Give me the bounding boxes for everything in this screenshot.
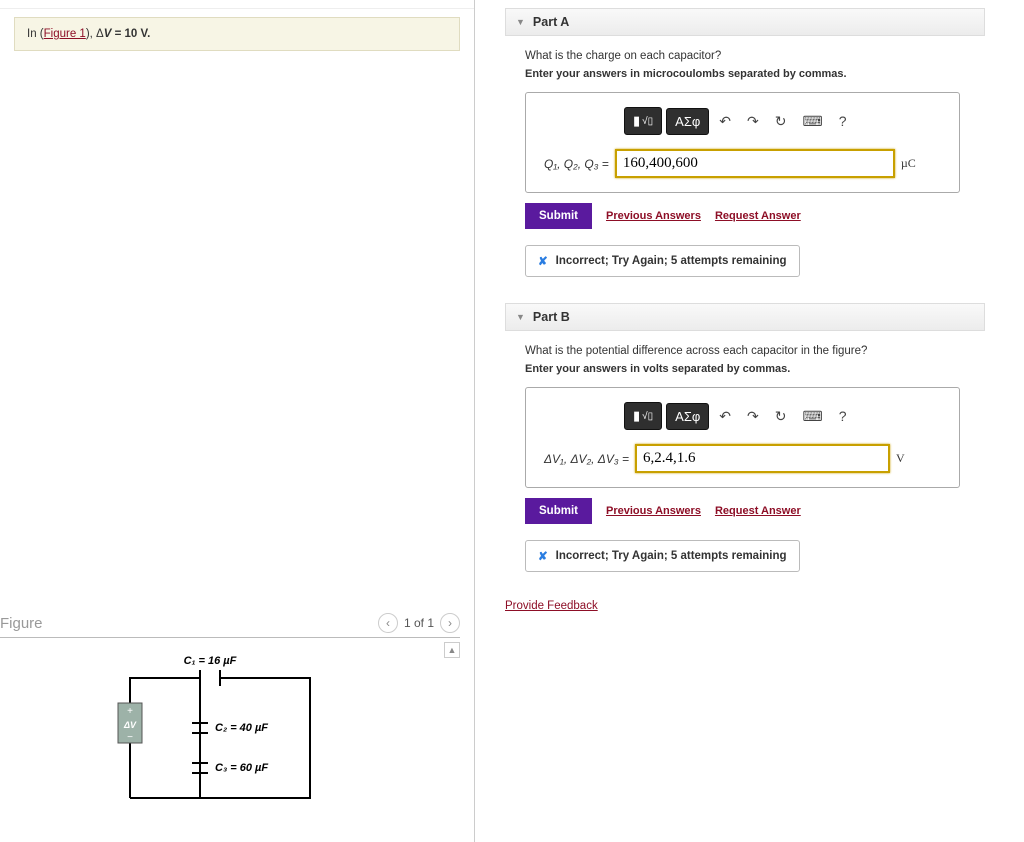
provide-feedback-link[interactable]: Provide Feedback (505, 600, 598, 612)
part-a-unit: µC (901, 156, 916, 171)
part-a-header[interactable]: ▼ Part A (505, 8, 985, 36)
redo-icon[interactable]: ↷ (741, 404, 765, 429)
svg-text:+: + (127, 706, 133, 717)
figure-header: Figure ‹ 1 of 1 › (0, 609, 460, 638)
help-icon[interactable]: ? (833, 109, 853, 133)
figure-pager: ‹ 1 of 1 › (378, 613, 460, 633)
collapse-icon: ▼ (516, 312, 525, 322)
part-a-feedback: ✘ Incorrect; Try Again; 5 attempts remai… (525, 245, 800, 277)
figure-title: Figure (0, 615, 43, 632)
collapse-icon: ▼ (516, 17, 525, 27)
redo-icon[interactable]: ↷ (741, 109, 765, 134)
svg-text:ΔV: ΔV (123, 720, 137, 730)
right-panel: ▼ Part A What is the charge on each capa… (475, 0, 1024, 842)
problem-text-after: ), Δ (86, 28, 104, 40)
part-a-question: What is the charge on each capacitor? (525, 50, 1012, 62)
part-a-input-label: Q₁, Q₂, Q₃ = (544, 157, 609, 171)
part-a-instruction: Enter your answers in microcoulombs sepa… (525, 68, 1012, 80)
part-a-answer-box: ▮√▯ ΑΣφ ↶ ↷ ↻ ⌨ ? Q₁, Q₂, Q₃ = µC (525, 92, 960, 193)
part-a-submit-row: Submit Previous Answers Request Answer (525, 203, 1012, 229)
part-b-question: What is the potential difference across … (525, 345, 1012, 357)
problem-text-in: In ( (27, 28, 44, 40)
part-a-toolbar: ▮√▯ ΑΣφ ↶ ↷ ↻ ⌨ ? (624, 107, 853, 135)
help-icon[interactable]: ? (833, 404, 853, 428)
part-b-input-label: ΔV₁, ΔV₂, ΔV₃ = (544, 452, 629, 466)
svg-text:C₃ = 60 µF: C₃ = 60 µF (215, 762, 268, 774)
part-b-feedback: ✘ Incorrect; Try Again; 5 attempts remai… (525, 540, 800, 572)
figure-link[interactable]: Figure 1 (44, 28, 86, 40)
part-a-previous-answers-link[interactable]: Previous Answers (606, 210, 701, 222)
reset-icon[interactable]: ↻ (769, 109, 793, 134)
scroll-up-icon[interactable]: ▲ (444, 642, 460, 658)
undo-icon[interactable]: ↶ (713, 109, 737, 134)
pager-text: 1 of 1 (404, 616, 434, 630)
left-panel: In (Figure 1), ΔV = 10 V. Figure ‹ 1 of … (0, 0, 475, 842)
undo-icon[interactable]: ↶ (713, 404, 737, 429)
figure-section: Figure ‹ 1 of 1 › ▲ + ΔV − (0, 609, 474, 842)
part-a-feedback-text: Incorrect; Try Again; 5 attempts remaini… (556, 255, 787, 267)
part-b-request-answer-link[interactable]: Request Answer (715, 505, 801, 517)
part-b-submit-button[interactable]: Submit (525, 498, 592, 524)
symbols-tool-button[interactable]: ΑΣφ (666, 403, 709, 430)
part-b-input-row: ΔV₁, ΔV₂, ΔV₃ = V (544, 444, 941, 473)
part-a-request-answer-link[interactable]: Request Answer (715, 210, 801, 222)
figure-body: ▲ + ΔV − C₁ = 16 µF (0, 642, 460, 842)
part-a-submit-button[interactable]: Submit (525, 203, 592, 229)
pager-prev-button[interactable]: ‹ (378, 613, 398, 633)
symbols-tool-button[interactable]: ΑΣφ (666, 108, 709, 135)
part-b-toolbar: ▮√▯ ΑΣφ ↶ ↷ ↻ ⌨ ? (624, 402, 853, 430)
svg-text:−: − (127, 732, 133, 743)
problem-statement: In (Figure 1), ΔV = 10 V. (14, 17, 460, 51)
svg-text:C₁ = 16 µF: C₁ = 16 µF (184, 655, 237, 667)
part-a-input-row: Q₁, Q₂, Q₃ = µC (544, 149, 941, 178)
incorrect-icon: ✘ (538, 254, 548, 268)
keyboard-icon[interactable]: ⌨ (797, 404, 829, 429)
template-tool-button[interactable]: ▮√▯ (624, 107, 662, 135)
incorrect-icon: ✘ (538, 549, 548, 563)
part-b-feedback-text: Incorrect; Try Again; 5 attempts remaini… (556, 550, 787, 562)
part-b-previous-answers-link[interactable]: Previous Answers (606, 505, 701, 517)
svg-text:C₂ = 40 µF: C₂ = 40 µF (215, 722, 268, 734)
part-b-answer-box: ▮√▯ ΑΣφ ↶ ↷ ↻ ⌨ ? ΔV₁, ΔV₂, ΔV₃ = V (525, 387, 960, 488)
part-b-answer-input[interactable] (635, 444, 890, 473)
circuit-diagram: + ΔV − C₁ = 16 µF C₂ = 40 µF C₃ = 60 µF (90, 648, 390, 818)
part-a-answer-input[interactable] (615, 149, 895, 178)
template-tool-button[interactable]: ▮√▯ (624, 402, 662, 430)
part-b-instruction: Enter your answers in volts separated by… (525, 363, 1012, 375)
part-a-title: Part A (533, 15, 569, 29)
pager-next-button[interactable]: › (440, 613, 460, 633)
part-b-header[interactable]: ▼ Part B (505, 303, 985, 331)
keyboard-icon[interactable]: ⌨ (797, 109, 829, 134)
problem-eq: = 10 V. (111, 28, 150, 40)
part-b-unit: V (896, 451, 905, 466)
part-b-title: Part B (533, 310, 570, 324)
reset-icon[interactable]: ↻ (769, 404, 793, 429)
part-b-submit-row: Submit Previous Answers Request Answer (525, 498, 1012, 524)
